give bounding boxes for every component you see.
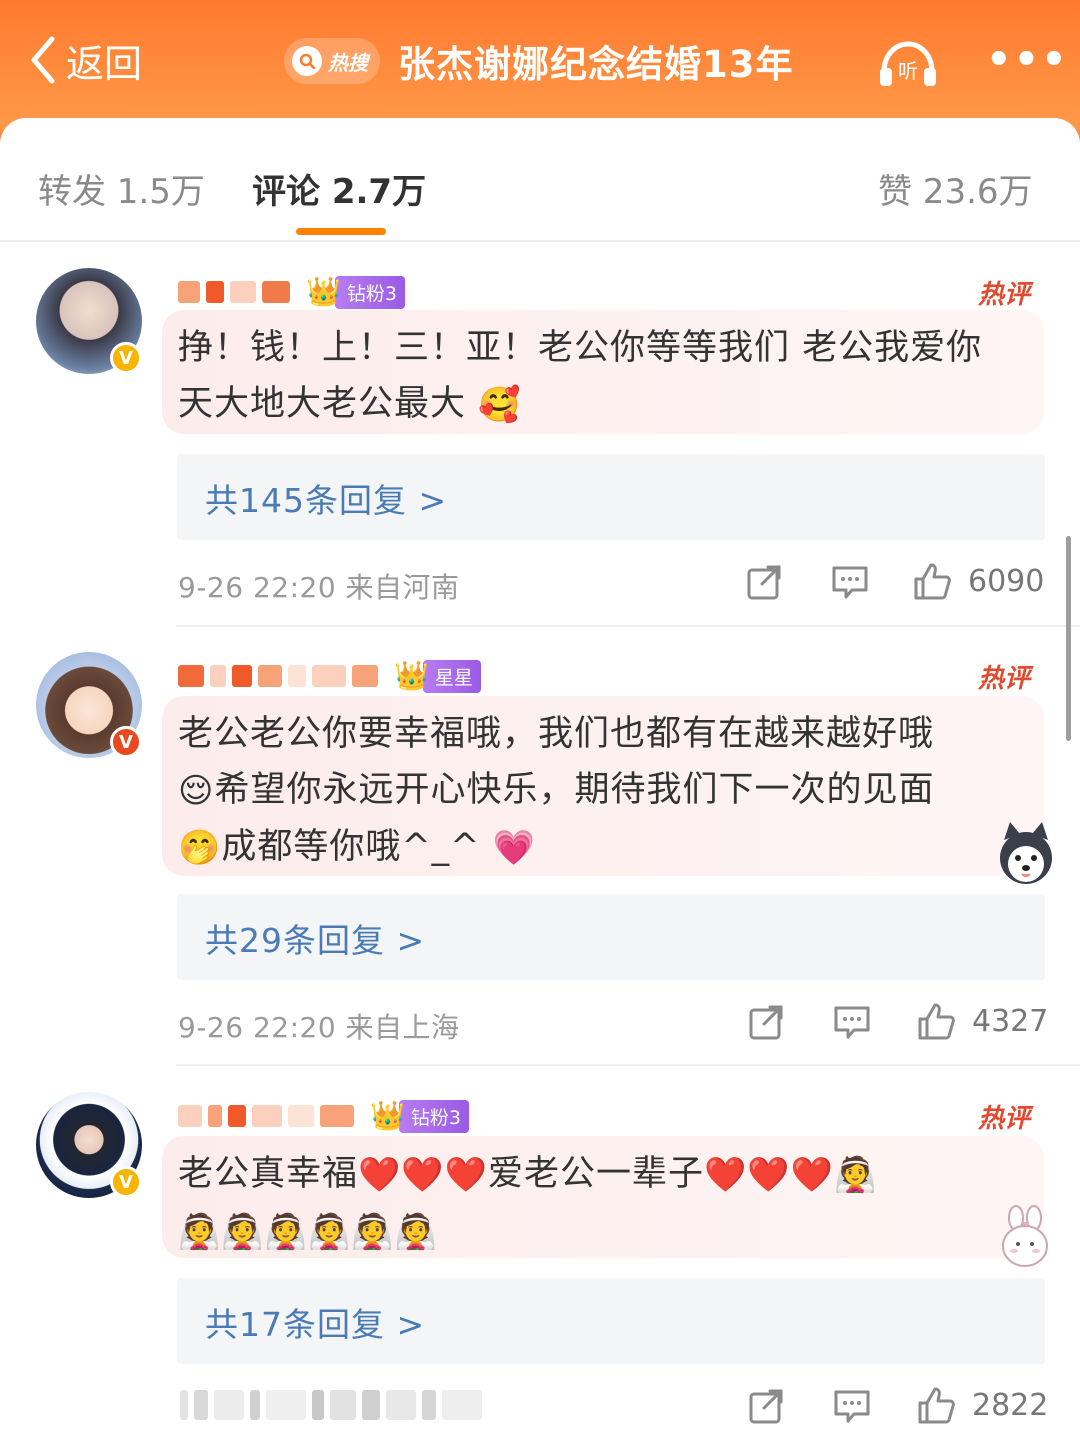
username-row[interactable]: 👑 钻粉3 [178,1096,469,1136]
comment-actions: 4327 [740,1002,1049,1046]
hot-comment-badge: 热评 [978,280,1031,310]
share-icon[interactable] [746,1386,786,1426]
comment-meta: 9-26 22:20 来自河南 [178,571,460,604]
scrollbar[interactable] [1066,536,1071,741]
back-button[interactable]: 返回 [28,32,142,88]
like-count: 2822 [972,1388,1049,1423]
emoji-bride-icon: 👰 [834,1155,878,1195]
comment-text: 老公老公你要幸福哦，我们也都有在越来越好哦 😌希望你永远开心快乐，期待我们下一次… [178,706,1028,876]
chevron-left-icon [31,36,55,84]
replies-label: 共145条回复 > [205,481,448,520]
replies-label: 共17条回复 > [205,1305,426,1344]
like-count: 6090 [968,564,1045,599]
comment-icon[interactable] [832,1386,872,1426]
hot-comment-badge: 热评 [978,1104,1031,1134]
page-title: 张杰谢娜纪念结婚13年 [398,43,794,86]
tab-repost[interactable]: 转发 1.5万 [38,164,205,213]
username-row[interactable]: 👑 钻粉3 [178,272,405,312]
comment-text: 挣！钱！上！三！亚！老公你等等我们 老公我爱你 天大地大老公最大 🥰 [178,320,1028,433]
content-sheet: 转发 1.5万 评论 2.7万 赞 23.6万 V 👑 钻粉3 热评 挣！钱！上… [0,118,1080,1430]
crown-icon: 👑 [394,659,429,692]
verified-badge: V [110,1166,142,1198]
comment-actions: 2822 [740,1386,1049,1430]
share-icon[interactable] [746,1002,786,1042]
like-icon[interactable] [916,1002,956,1042]
emoji-bride-icon: 👰👰👰👰👰👰 [178,1212,439,1252]
listen-button[interactable]: 听 [876,38,940,88]
listen-label: 听 [898,59,918,83]
comment-bubble: 老公老公你要幸福哦，我们也都有在越来越好哦 😌希望你永远开心快乐，期待我们下一次… [162,696,1044,876]
emoji-heart-icon: 💗 [492,828,536,868]
share-icon[interactable] [744,562,784,602]
comment-actions: 6090 [740,562,1046,606]
crown-icon: 👑 [370,1099,405,1132]
fan-level-label: 星星 [422,659,481,693]
emoji-flower-face-icon: 🤭 [178,828,222,868]
divider [176,1064,1080,1066]
crown-icon: 👑 [306,275,341,308]
comment-icon[interactable] [832,1002,872,1042]
bunny-sticker-icon [990,1204,1060,1274]
search-icon [292,46,322,76]
comment-bubble: 挣！钱！上！三！亚！老公你等等我们 老公我爱你 天大地大老公最大 🥰 [162,310,1044,434]
verified-badge: V [110,726,142,758]
emoji-kiss-icon: 🥰 [478,385,522,425]
username-blurred [178,1099,360,1133]
more-options-icon[interactable]: ••• [986,40,1069,80]
fan-level-label: 钻粉3 [334,275,405,309]
top-bar: 返回 热搜 张杰谢娜纪念结婚13年 听 ••• [0,0,1080,130]
view-replies-button[interactable]: 共145条回复 > [177,454,1045,540]
comment-text: 老公真幸福❤️❤️❤️爱老公一辈子❤️❤️❤️👰 👰👰👰👰👰👰 [178,1146,1028,1260]
like-icon[interactable] [916,1386,956,1426]
headphones-icon: 听 [880,41,936,86]
like-count: 4327 [972,1004,1049,1039]
verified-badge: V [110,342,142,374]
heart-icon: ❤️❤️❤️ [704,1155,835,1195]
fan-level-badge: 👑 钻粉3 [370,1099,469,1133]
hot-search-tag: 热搜 [328,50,368,75]
tab-comment[interactable]: 评论 2.7万 [252,164,426,213]
active-tab-indicator [296,228,386,235]
tab-like[interactable]: 赞 23.6万 [878,164,1033,213]
fan-level-badge: 👑 星星 [394,659,481,693]
comment-meta: 9-26 22:20 来自上海 [178,1011,460,1044]
tab-bar: 转发 1.5万 评论 2.7万 赞 23.6万 [0,118,1080,242]
username-row[interactable]: 👑 星星 [178,656,481,696]
fan-level-badge: 👑 钻粉3 [306,275,405,309]
hot-search-pill: 热搜 [284,38,380,84]
comment-icon[interactable] [830,562,870,602]
fan-level-label: 钻粉3 [398,1099,469,1133]
username-blurred [178,275,296,309]
view-replies-button[interactable]: 共29条回复 > [177,894,1045,980]
hot-search-title[interactable]: 热搜 张杰谢娜纪念结婚13年 [284,34,794,88]
username-blurred [178,659,384,693]
emoji-smile-icon: 😌 [178,771,215,811]
heart-icon: ❤️❤️❤️ [358,1155,489,1195]
like-icon[interactable] [912,562,952,602]
comment-bubble: 老公真幸福❤️❤️❤️爱老公一辈子❤️❤️❤️👰 👰👰👰👰👰👰 [162,1136,1044,1258]
hot-comment-badge: 热评 [978,664,1031,694]
replies-label: 共29条回复 > [205,921,426,960]
husky-sticker-icon [996,818,1056,888]
divider [176,625,1080,627]
comment-meta-blurred [180,1388,488,1422]
view-replies-button[interactable]: 共17条回复 > [177,1278,1045,1364]
back-label: 返回 [66,41,143,86]
